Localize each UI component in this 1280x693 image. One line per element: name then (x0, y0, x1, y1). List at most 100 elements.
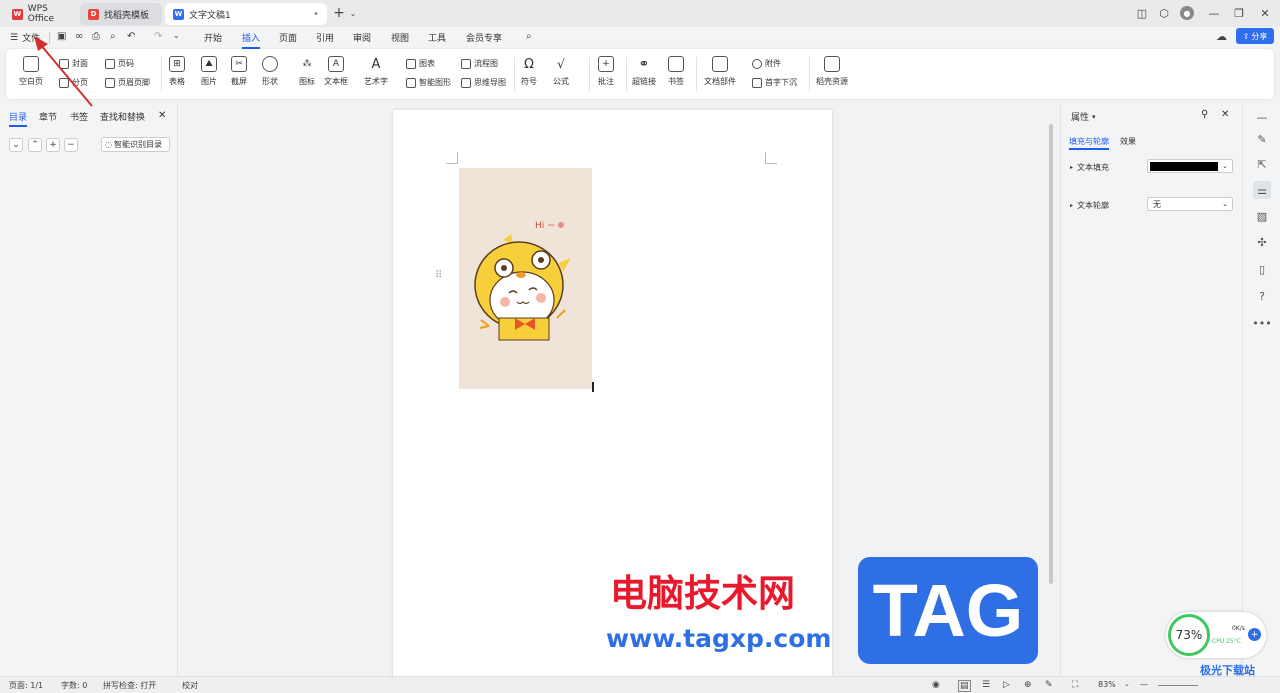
text-outline-row[interactable]: ▸ 文本轮廓 (1070, 200, 1109, 211)
proofread-button[interactable]: 校对 (182, 680, 198, 691)
select-cursor-icon[interactable]: ⇱ (1255, 157, 1269, 171)
attachment-button[interactable]: 附件 (752, 58, 781, 69)
wordart-button[interactable]: A 艺术字 (364, 56, 388, 87)
eye-protection-icon[interactable]: ◉ (932, 680, 940, 690)
bookmark-button[interactable]: 书签 (668, 56, 684, 87)
page-view-icon[interactable]: ▤ (958, 680, 971, 692)
style-icon[interactable]: ▨ (1255, 209, 1269, 223)
tab-document-1[interactable]: W 文字文稿1 • (165, 3, 327, 25)
expand-down-icon[interactable]: ⌄ (9, 138, 23, 152)
mindmap-label: 思维导图 (474, 78, 506, 87)
pen-icon[interactable]: ✎ (1255, 132, 1269, 146)
bookmark-label: 书签 (668, 77, 684, 86)
drag-handle-icon[interactable]: ⠿ (435, 270, 442, 281)
cloud-sync-icon[interactable]: ☁ (1216, 30, 1227, 43)
menu-home[interactable]: 开始 (204, 31, 222, 44)
system-monitor-widget[interactable]: 73% 0K/s CPU 25°C + (1166, 612, 1266, 658)
tab-list-chevron-icon[interactable]: ⌄ (346, 6, 360, 20)
inserted-picture[interactable]: Hi ~ (459, 168, 592, 389)
text-outline-value: 无 (1153, 199, 1161, 209)
docer-resources-button[interactable]: 稻壳资源 (816, 56, 848, 87)
tools-icon[interactable]: ✣ (1255, 235, 1269, 249)
chevron-down-icon: ▾ (1092, 112, 1096, 121)
close-panel-icon[interactable]: ✕ (158, 110, 166, 121)
symbol-label: 符号 (521, 77, 537, 86)
text-outline-dropdown[interactable]: 无 ⌄ (1147, 197, 1233, 211)
help-icon[interactable]: ? (1255, 289, 1269, 303)
vertical-scrollbar[interactable] (1048, 104, 1054, 676)
table-button[interactable]: ⊞ 表格 (169, 56, 185, 87)
chart-button[interactable]: 图表 (406, 58, 435, 69)
collapse-icon[interactable]: — (1255, 110, 1269, 124)
minimize-icon[interactable]: — (1207, 6, 1221, 20)
tab-label: 文字文稿1 (189, 10, 231, 21)
smart-shape-button[interactable]: 智能图形 (406, 77, 451, 88)
book-icon[interactable]: ▯ (1255, 262, 1269, 276)
scrollbar-thumb[interactable] (1049, 124, 1053, 584)
mindmap-button[interactable]: 思维导图 (461, 77, 506, 88)
comment-button[interactable]: + 批注 (598, 56, 614, 87)
tab-effects[interactable]: 效果 (1120, 136, 1136, 147)
flowchart-label: 流程图 (474, 59, 498, 68)
zoom-out-icon[interactable]: — (1140, 680, 1148, 689)
fit-page-icon[interactable]: ⛶ (1072, 680, 1078, 690)
text-fill-color-dropdown[interactable]: ⌄ (1147, 159, 1233, 173)
properties-sliders-icon[interactable]: ⚌ (1253, 181, 1271, 199)
picture-button[interactable]: ⛰ 图片 (201, 56, 217, 87)
hyperlink-icon: ⚭ (638, 56, 650, 72)
shape-button[interactable]: 形状 (262, 56, 278, 87)
menu-insert[interactable]: 插入 (242, 31, 261, 49)
boost-icon[interactable]: + (1248, 628, 1261, 641)
flowchart-button[interactable]: 流程图 (461, 58, 498, 69)
restore-icon[interactable]: ❐ (1232, 6, 1246, 20)
menu-review[interactable]: 审阅 (353, 31, 371, 44)
add-level-icon[interactable]: + (46, 138, 60, 152)
spellcheck-toggle[interactable]: 拼写检查: 打开 (103, 680, 156, 691)
cube-icon[interactable]: ⬡ (1157, 6, 1171, 20)
word-count[interactable]: 字数: 0 (61, 680, 87, 691)
tab-fill-outline[interactable]: 填充与轮廓 (1069, 136, 1109, 150)
close-panel-icon[interactable]: ✕ (1221, 109, 1229, 120)
menu-member[interactable]: 会员专享 (466, 31, 502, 44)
formula-button[interactable]: √ 公式 (553, 56, 569, 87)
more-icon[interactable]: ••• (1252, 316, 1271, 330)
outline-view-icon[interactable]: ☰ (982, 680, 990, 690)
page-count[interactable]: 页面: 1/1 (9, 680, 43, 691)
web-view-icon[interactable]: ⊕ (1024, 680, 1032, 690)
pin-icon[interactable]: ⚲ (1201, 109, 1208, 120)
chevron-down-icon: ⌄ (1222, 162, 1228, 170)
smart-toc-button[interactable]: ◌ 智能识别目录 (101, 137, 170, 152)
doc-parts-button[interactable]: 文档部件 (704, 56, 736, 87)
menu-references[interactable]: 引用 (316, 31, 334, 44)
zoom-slider[interactable] (1158, 685, 1198, 686)
textbox-button[interactable]: A 文本框 (324, 56, 348, 87)
properties-title[interactable]: 属性 ▾ (1071, 110, 1096, 124)
zoom-chevron-icon[interactable]: ⌄ (1124, 680, 1130, 688)
undo-icon[interactable]: ↶ (127, 31, 135, 42)
search-icon[interactable]: ⌕ (526, 31, 532, 42)
menu-view[interactable]: 视图 (391, 31, 409, 44)
tab-modified-dot-icon[interactable]: • (313, 9, 319, 20)
layout-icon[interactable]: ◫ (1135, 6, 1149, 20)
menu-tools[interactable]: 工具 (428, 31, 446, 44)
close-window-icon[interactable]: ✕ (1258, 6, 1272, 20)
net-speed-text: 0K/s (1232, 625, 1245, 632)
write-mode-icon[interactable]: ✎ (1045, 680, 1053, 690)
drop-cap-button[interactable]: 首字下沉 (752, 77, 797, 88)
zoom-level[interactable]: 83% (1098, 680, 1116, 689)
avatar[interactable]: ● (1180, 6, 1194, 20)
collapse-up-icon[interactable]: ⌃ (28, 138, 42, 152)
icon-library-button[interactable]: ⁂ 图标 (299, 56, 315, 87)
text-fill-row[interactable]: ▸ 文本填充 (1070, 162, 1109, 173)
screenshot-button[interactable]: ✂ 截屏 (231, 56, 247, 87)
redo-icon[interactable]: ↷ (154, 31, 162, 42)
read-mode-icon[interactable]: ▷ (1003, 680, 1010, 690)
divider (161, 57, 162, 91)
new-tab-button[interactable]: + (332, 5, 346, 21)
symbol-button[interactable]: Ω 符号 (521, 56, 537, 87)
more-quick-access-chevron-icon[interactable]: ⌄ (173, 31, 180, 40)
remove-level-icon[interactable]: − (64, 138, 78, 152)
hyperlink-button[interactable]: ⚭ 超链接 (632, 56, 656, 87)
share-button[interactable]: ⇪ 分享 (1236, 28, 1274, 44)
menu-page[interactable]: 页面 (279, 31, 297, 44)
